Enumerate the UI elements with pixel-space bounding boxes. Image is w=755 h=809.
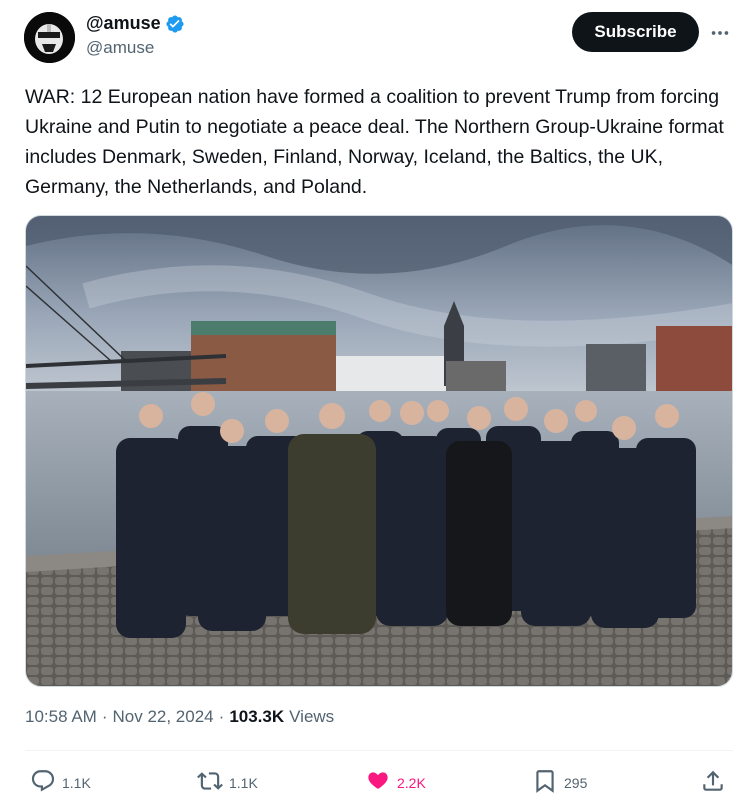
reply-count: 1.1K — [62, 774, 91, 791]
bookmark-count: 295 — [564, 774, 588, 791]
bookmark-button[interactable]: 295 — [532, 768, 587, 797]
author-name-row[interactable]: @amuse — [86, 13, 185, 34]
repost-button[interactable]: 1.1K — [197, 768, 258, 797]
tweet-time[interactable]: 10:58 AM — [25, 707, 97, 727]
more-options-icon[interactable] — [707, 20, 733, 46]
views-count: 103.3K — [229, 707, 285, 726]
meta-separator: · — [101, 707, 108, 726]
like-button[interactable]: 2.2K — [365, 768, 426, 797]
tweet-meta: 10:58 AM · Nov 22, 2024 · 103.3K Views — [25, 707, 334, 727]
reply-button[interactable]: 1.1K — [30, 768, 91, 797]
divider — [25, 750, 733, 751]
author-handle[interactable]: @amuse — [86, 38, 154, 58]
heart-icon — [365, 768, 391, 797]
avatar[interactable] — [24, 12, 75, 63]
verified-badge-icon — [165, 14, 185, 34]
meta-separator: · — [218, 707, 225, 726]
bookmark-icon — [532, 768, 558, 797]
repost-count: 1.1K — [229, 774, 258, 791]
like-count: 2.2K — [397, 774, 426, 791]
display-name[interactable]: @amuse — [86, 13, 161, 34]
views-label: Views — [289, 707, 335, 726]
photo-group-of-ministers — [26, 216, 732, 686]
reply-icon — [30, 768, 56, 797]
tweet-date[interactable]: Nov 22, 2024 — [113, 707, 214, 727]
repost-icon — [197, 768, 223, 797]
tweet-header: @amuse @amuse Subscribe — [0, 0, 755, 72]
action-bar: 1.1K 1.1K 2.2K 295 — [0, 760, 755, 804]
tweet-photo[interactable] — [25, 215, 733, 687]
share-button[interactable] — [700, 768, 726, 797]
subscribe-button[interactable]: Subscribe — [572, 12, 699, 52]
tweet-text: WAR: 12 European nation have formed a co… — [25, 86, 724, 198]
share-icon — [700, 768, 726, 797]
